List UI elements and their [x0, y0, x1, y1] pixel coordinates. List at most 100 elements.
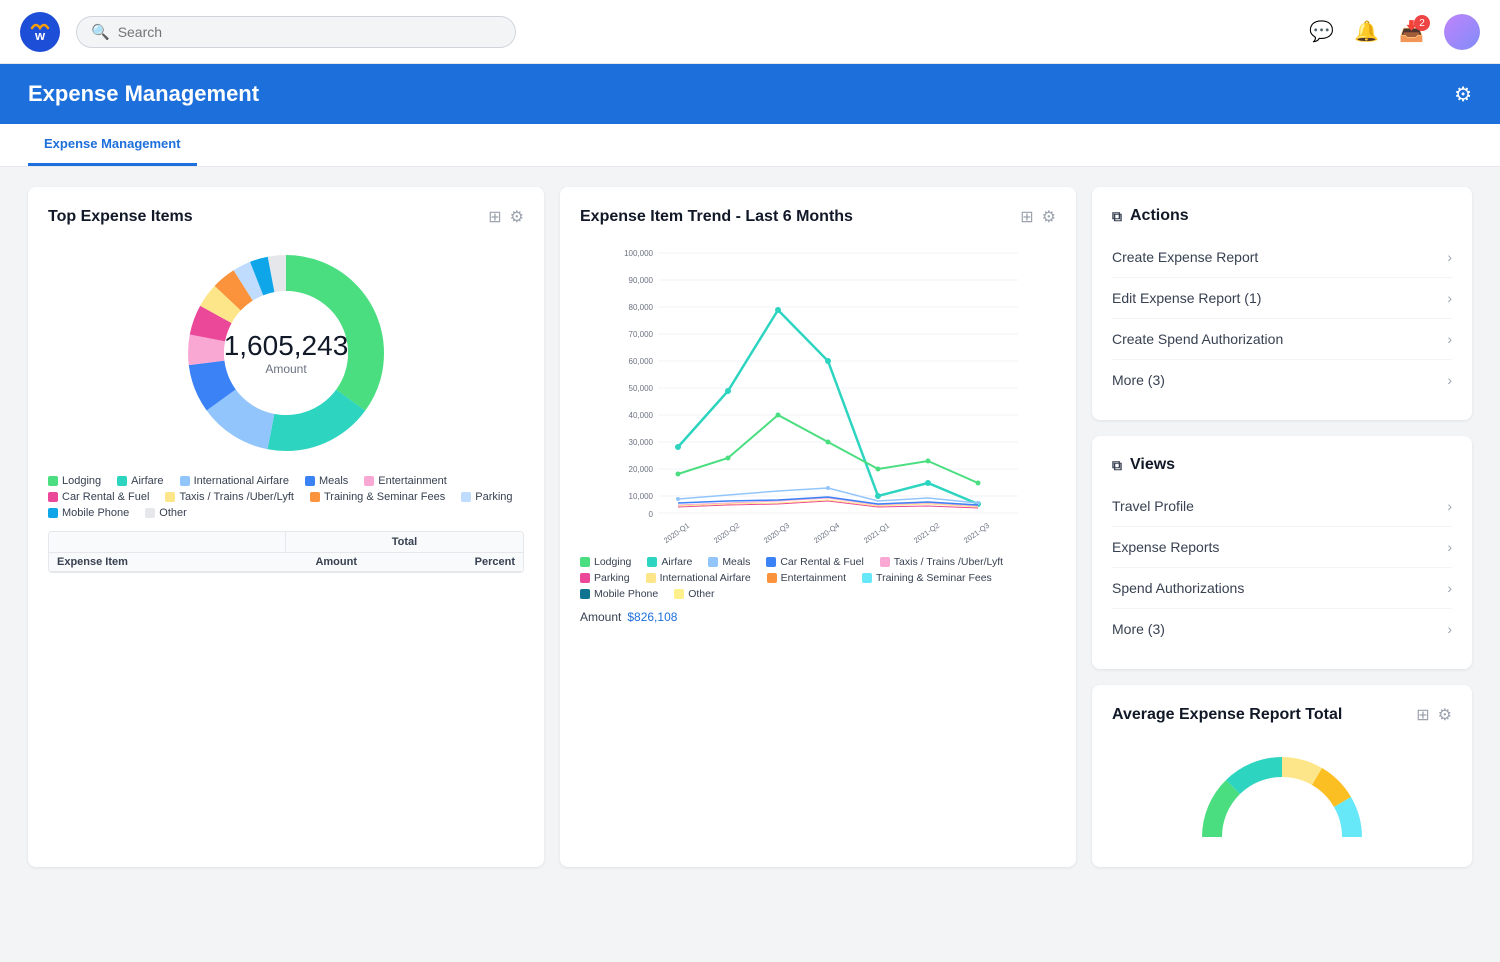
gear-icon: ⚙: [1454, 84, 1472, 106]
actions-card: ⧉ Actions Create Expense Report › Edit E…: [1092, 187, 1472, 420]
legend-label-other: Other: [159, 507, 187, 519]
view-item-spend-auth[interactable]: Spend Authorizations ›: [1112, 568, 1452, 609]
svg-text:40,000: 40,000: [629, 411, 654, 420]
top-expense-card-header: Top Expense Items ⊞ ⚙: [48, 207, 524, 227]
legend-label-airfare: Airfare: [131, 475, 163, 487]
legend-item-lodging: Lodging: [48, 475, 101, 487]
svg-text:50,000: 50,000: [629, 384, 654, 393]
right-panel: ⧉ Actions Create Expense Report › Edit E…: [1092, 187, 1472, 867]
trend-amount-label: Amount: [580, 610, 621, 624]
trend-card-header: Expense Item Trend - Last 6 Months ⊞ ⚙: [580, 207, 1056, 227]
top-expense-title: Top Expense Items: [48, 208, 193, 226]
table-col-expense-item: [49, 532, 286, 552]
expense-table: Total Expense Item Amount Percent: [48, 531, 524, 573]
trend-amount-row: Amount $826,108: [580, 610, 1056, 624]
chat-button[interactable]: 💬: [1309, 19, 1334, 44]
trend-legend-training: Training & Seminar Fees: [862, 572, 992, 584]
trend-legend-meals: Meals: [708, 556, 750, 568]
view-label-more-views: More (3): [1112, 621, 1165, 637]
actions-title: ⧉ Actions: [1112, 207, 1452, 225]
action-label-create-expense: Create Expense Report: [1112, 249, 1258, 265]
expense-legend: Lodging Airfare International Airfare Me…: [48, 475, 524, 519]
chevron-right-icon-more-actions: ›: [1447, 372, 1452, 388]
action-label-more-actions: More (3): [1112, 372, 1165, 388]
action-item-edit-expense[interactable]: Edit Expense Report (1) ›: [1112, 278, 1452, 319]
views-title: ⧉ Views: [1112, 456, 1452, 474]
legend-dot-taxis: [165, 492, 175, 502]
legend-item-other: Other: [145, 507, 187, 519]
avg-expense-card: Average Expense Report Total ⊞ ⚙: [1092, 685, 1472, 867]
trend-settings-icon[interactable]: ⚙: [1042, 207, 1056, 227]
header-gear-button[interactable]: ⚙: [1454, 82, 1472, 107]
svg-text:30,000: 30,000: [629, 438, 654, 447]
legend-item-training: Training & Seminar Fees: [310, 491, 445, 503]
view-item-expense-reports[interactable]: Expense Reports ›: [1112, 527, 1452, 568]
chevron-right-icon-create-expense: ›: [1447, 249, 1452, 265]
view-item-more-views[interactable]: More (3) ›: [1112, 609, 1452, 649]
top-nav: w 🔍 💬 🔔 📥 2: [0, 0, 1500, 64]
trend-legend-lodging: Lodging: [580, 556, 631, 568]
trend-amount-value: $826,108: [627, 610, 677, 624]
legend-dot-meals: [305, 476, 315, 486]
trend-filter-icon[interactable]: ⊞: [1020, 207, 1033, 227]
inbox-button[interactable]: 📥 2: [1399, 19, 1424, 44]
legend-item-parking: Parking: [461, 491, 512, 503]
app-logo[interactable]: w: [20, 12, 60, 52]
trend-card-title: Expense Item Trend - Last 6 Months: [580, 208, 853, 226]
donut-label: Amount: [224, 362, 349, 376]
filter-icon[interactable]: ⊞: [488, 207, 501, 227]
svg-text:90,000: 90,000: [629, 276, 654, 285]
action-item-create-spend[interactable]: Create Spend Authorization ›: [1112, 319, 1452, 360]
legend-item-car-rental: Car Rental & Fuel: [48, 491, 149, 503]
trend-dot-taxis: [880, 557, 890, 567]
avatar[interactable]: [1444, 14, 1480, 50]
legend-label-training: Training & Seminar Fees: [324, 491, 445, 503]
search-bar[interactable]: 🔍: [76, 16, 516, 48]
bell-icon: 🔔: [1354, 21, 1379, 43]
legend-label-parking: Parking: [475, 491, 512, 503]
legend-label-lodging: Lodging: [62, 475, 101, 487]
trend-legend-other: Other: [674, 588, 714, 600]
legend-item-intl-airfare: International Airfare: [180, 475, 289, 487]
svg-text:70,000: 70,000: [629, 330, 654, 339]
trend-dot-entertainment: [767, 573, 777, 583]
legend-item-meals: Meals: [305, 475, 348, 487]
legend-label-mobile-phone: Mobile Phone: [62, 507, 129, 519]
legend-dot-lodging: [48, 476, 58, 486]
header-bar: Expense Management ⚙: [0, 64, 1500, 124]
svg-text:2020-Q2: 2020-Q2: [712, 521, 741, 543]
notifications-button[interactable]: 🔔: [1354, 19, 1379, 44]
chevron-right-icon-create-spend: ›: [1447, 331, 1452, 347]
svg-text:2020-Q4: 2020-Q4: [812, 521, 841, 543]
table-col1-header: Expense Item: [49, 553, 207, 571]
legend-dot-parking: [461, 492, 471, 502]
trend-legend-intl-airfare: International Airfare: [646, 572, 751, 584]
views-card: ⧉ Views Travel Profile › Expense Reports…: [1092, 436, 1472, 669]
trend-dot-lodging: [580, 557, 590, 567]
chevron-right-icon-spend-auth: ›: [1447, 580, 1452, 596]
trend-legend-airfare: Airfare: [647, 556, 692, 568]
legend-dot-airfare: [117, 476, 127, 486]
legend-item-entertainment: Entertainment: [364, 475, 446, 487]
table-total-header: Total: [286, 532, 523, 552]
chevron-right-icon-more-views: ›: [1447, 621, 1452, 637]
search-icon: 🔍: [91, 23, 110, 41]
svg-text:2021-Q3: 2021-Q3: [962, 521, 991, 543]
tab-expense-management[interactable]: Expense Management: [28, 124, 197, 166]
action-item-more-actions[interactable]: More (3) ›: [1112, 360, 1452, 400]
legend-dot-mobile-phone: [48, 508, 58, 518]
avg-gear-icon[interactable]: ⚙: [1438, 705, 1452, 725]
page-title: Expense Management: [28, 81, 259, 107]
views-copy-icon: ⧉: [1112, 457, 1122, 474]
line-chart-container: 100,000 90,000 80,000 70,000 60,000 50,0…: [580, 243, 1056, 548]
action-item-create-expense[interactable]: Create Expense Report ›: [1112, 237, 1452, 278]
settings-icon[interactable]: ⚙: [510, 207, 524, 227]
svg-text:0: 0: [649, 510, 654, 519]
view-item-travel-profile[interactable]: Travel Profile ›: [1112, 486, 1452, 527]
legend-label-intl-airfare: International Airfare: [194, 475, 289, 487]
search-input[interactable]: [118, 24, 501, 40]
avg-donut-container: [1112, 737, 1452, 847]
chat-icon: 💬: [1309, 21, 1334, 43]
avg-filter-icon[interactable]: ⊞: [1416, 705, 1429, 725]
avg-card-title: Average Expense Report Total: [1112, 706, 1342, 724]
